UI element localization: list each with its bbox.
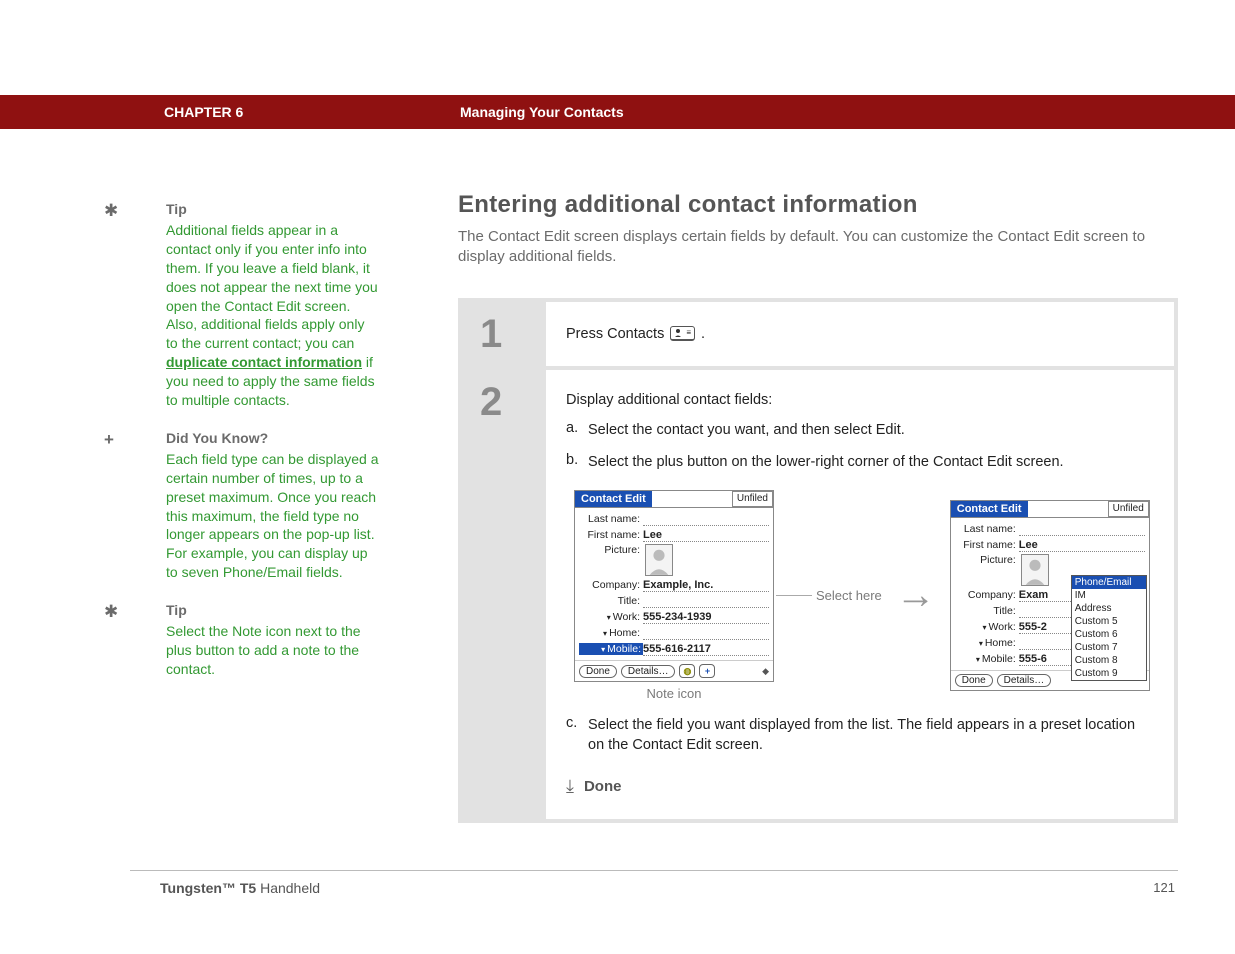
steps-container: 1 Press Contacts ≡ . 2 Display additiona… xyxy=(458,298,1178,823)
step-2-lead: Display additional contact fields: xyxy=(566,392,1152,408)
dropdown-option-custom6[interactable]: Custom 6 xyxy=(1072,628,1146,641)
callout-line xyxy=(776,595,812,596)
footer-product-rest: Handheld xyxy=(256,880,320,896)
step-1-number-col: 1 xyxy=(462,302,546,366)
asterisk-icon: ✱ xyxy=(104,201,118,221)
pda-category-selector-2[interactable]: Unfiled xyxy=(1108,501,1149,517)
tip-block-2: ✱ Tip Select the Note icon next to the p… xyxy=(130,602,380,679)
asterisk-icon: ✱ xyxy=(104,602,118,622)
dyk-heading: Did You Know? xyxy=(166,430,380,446)
step-2-body: Display additional contact fields: a. Se… xyxy=(546,370,1174,819)
substep-a-text: Select the contact you want, and then se… xyxy=(588,420,1152,440)
picture-placeholder-2[interactable] xyxy=(1021,554,1049,586)
chapter-title: Managing Your Contacts xyxy=(460,104,624,120)
tip-block-1: ✱ Tip Additional fields appear in a cont… xyxy=(130,201,380,410)
section-intro: The Contact Edit screen displays certain… xyxy=(458,227,1178,268)
pda-title: Contact Edit xyxy=(575,491,652,507)
field-type-dropdown[interactable]: Phone/Email IM Address Custom 5 Custom 6… xyxy=(1071,575,1147,681)
chapter-header-bar: CHAPTER 6 Managing Your Contacts xyxy=(0,95,1235,129)
dropdown-option-address[interactable]: Address xyxy=(1072,602,1146,615)
lbl-first: First name: xyxy=(579,529,643,541)
section-title: Entering additional contact information xyxy=(458,191,1178,219)
dyk-body: Each field type can be displayed a certa… xyxy=(166,450,380,582)
tip-body-2: Select the Note icon next to the plus bu… xyxy=(166,622,380,679)
arrow-right-icon: → xyxy=(896,573,936,618)
pda-plus-button[interactable]: + xyxy=(699,664,715,678)
dropdown-option-custom5[interactable]: Custom 5 xyxy=(1072,615,1146,628)
lbl-picture: Picture: xyxy=(579,544,643,556)
scroll-arrows-icon[interactable]: ◆ xyxy=(762,666,769,677)
main-content: Entering additional contact information … xyxy=(458,191,1178,823)
footer-product: Tungsten™ T5 Handheld xyxy=(160,880,320,896)
tip-heading-2: Tip xyxy=(166,602,380,618)
duplicate-contact-link[interactable]: duplicate contact information xyxy=(166,354,362,370)
substep-b-text: Select the plus button on the lower-righ… xyxy=(588,452,1152,472)
substep-c-text: Select the field you want displayed from… xyxy=(588,715,1152,756)
did-you-know-block: + Did You Know? Each field type can be d… xyxy=(130,430,380,582)
step-1-text: Press Contacts xyxy=(566,326,664,342)
note-icon-callout: Note icon xyxy=(574,686,774,701)
step-1-suffix: . xyxy=(701,326,705,342)
pda-category-selector[interactable]: Unfiled xyxy=(732,491,773,507)
tip-body-1: Additional fields appear in a contact on… xyxy=(166,221,380,410)
done-row: ⤓ Done xyxy=(566,776,1152,797)
dropdown-option-custom8[interactable]: Custom 8 xyxy=(1072,654,1146,667)
substep-c-letter: c. xyxy=(566,715,588,756)
step-1-body: Press Contacts ≡ . xyxy=(546,302,1174,366)
lbl-last: Last name: xyxy=(579,513,643,525)
substep-b-letter: b. xyxy=(566,452,588,472)
substep-a: a. Select the contact you want, and then… xyxy=(566,420,1152,440)
page-number: 121 xyxy=(1153,880,1175,895)
plus-icon: + xyxy=(104,430,114,450)
pda-done-button-2[interactable]: Done xyxy=(955,674,993,687)
step-2: 2 Display additional contact fields: a. … xyxy=(462,370,1174,819)
val-first: Lee xyxy=(643,529,662,541)
chapter-label: CHAPTER 6 xyxy=(164,104,243,120)
val-work: 555-234-1939 xyxy=(643,611,712,623)
lbl-title: Title: xyxy=(579,595,643,607)
lbl-work[interactable]: ▾Work: xyxy=(579,611,643,623)
lbl-home[interactable]: ▾Home: xyxy=(579,627,643,639)
pda-screenshots-row: Contact Edit Unfiled Last name: First na… xyxy=(574,490,1152,701)
lbl-mobile[interactable]: ▾Mobile: xyxy=(579,643,643,655)
footer-rule xyxy=(130,870,1178,871)
substep-c: c. Select the field you want displayed f… xyxy=(566,715,1152,756)
step-1-number: 1 xyxy=(480,314,502,354)
footer-product-bold: Tungsten™ T5 xyxy=(160,880,256,896)
done-arrow-icon: ⤓ xyxy=(566,776,574,797)
picture-placeholder[interactable] xyxy=(645,544,673,576)
tip-body-1-pre: Additional fields appear in a contact on… xyxy=(166,222,378,351)
val-mobile: 555-616-2117 xyxy=(643,643,711,655)
contacts-icon: ≡ xyxy=(670,326,695,341)
pda-note-button[interactable]: ◍ xyxy=(679,664,695,678)
done-label: Done xyxy=(584,778,622,795)
pda-screen-before: Contact Edit Unfiled Last name: First na… xyxy=(574,490,774,682)
step-2-number: 2 xyxy=(480,382,502,422)
sidebar: ✱ Tip Additional fields appear in a cont… xyxy=(130,201,380,699)
pda-details-button[interactable]: Details… xyxy=(621,665,676,678)
pda-title-2: Contact Edit xyxy=(951,501,1028,517)
pda-done-button[interactable]: Done xyxy=(579,665,617,678)
substep-a-letter: a. xyxy=(566,420,588,440)
select-here-callout: Select here xyxy=(816,588,882,603)
step-2-number-col: 2 xyxy=(462,370,546,819)
dropdown-option-phone-email[interactable]: Phone/Email xyxy=(1072,576,1146,589)
pda-screen-after: Contact Edit Unfiled Last name: First na… xyxy=(950,500,1150,691)
dropdown-option-im[interactable]: IM xyxy=(1072,589,1146,602)
tip-heading-1: Tip xyxy=(166,201,380,217)
dropdown-option-custom7[interactable]: Custom 7 xyxy=(1072,641,1146,654)
pda-details-button-2[interactable]: Details… xyxy=(997,674,1052,687)
dropdown-option-custom9[interactable]: Custom 9 xyxy=(1072,667,1146,680)
substep-b: b. Select the plus button on the lower-r… xyxy=(566,452,1152,472)
lbl-company: Company: xyxy=(579,579,643,591)
step-1: 1 Press Contacts ≡ . xyxy=(462,302,1174,366)
val-company: Example, Inc. xyxy=(643,579,713,591)
